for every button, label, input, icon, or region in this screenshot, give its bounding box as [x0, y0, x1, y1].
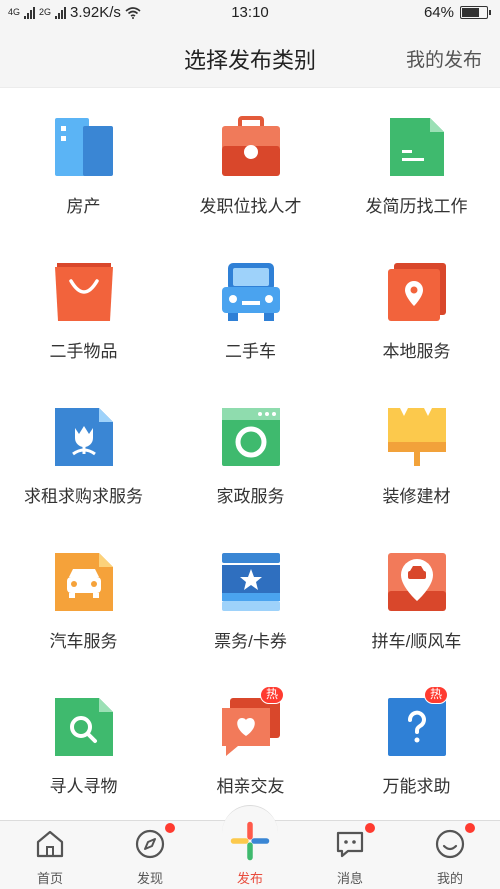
category-car-service[interactable]: 汽车服务: [0, 523, 167, 668]
category-label: 二手车: [225, 342, 276, 361]
category-label: 求租求购求服务: [24, 487, 143, 506]
my-publish-link[interactable]: 我的发布: [406, 45, 482, 72]
tab-discover[interactable]: 发现: [100, 821, 200, 889]
category-label: 发简历找工作: [365, 197, 468, 216]
tulip-icon: [54, 408, 113, 466]
category-dating[interactable]: 热 相亲交友: [167, 668, 334, 813]
heart-chat-icon: [221, 698, 280, 756]
tab-messages[interactable]: 消息: [300, 821, 400, 889]
category-label: 拼车/顺风车: [371, 632, 462, 651]
category-local-service[interactable]: 本地服务: [333, 233, 500, 378]
category-house[interactable]: 房产: [0, 88, 167, 233]
category-second-hand[interactable]: 二手物品: [0, 233, 167, 378]
category-label: 二手物品: [49, 342, 118, 361]
hot-badge: 热: [260, 686, 284, 704]
category-label: 汽车服务: [49, 632, 118, 651]
category-label: 相亲交友: [216, 777, 285, 796]
briefcase-icon: [221, 116, 280, 176]
tab-label: 消息: [336, 871, 363, 886]
status-right: 64%: [423, 4, 491, 21]
category-help[interactable]: 热 万能求助: [333, 668, 500, 813]
home-icon: [36, 830, 64, 858]
notification-dot: [165, 823, 175, 833]
tab-me[interactable]: 我的: [400, 821, 500, 889]
category-tickets[interactable]: 票务/卡券: [167, 523, 334, 668]
notification-dot: [465, 823, 475, 833]
battery-percent: 64%: [423, 4, 454, 21]
tab-label: 发布: [236, 871, 263, 886]
category-carpool[interactable]: 拼车/顺风车: [333, 523, 500, 668]
ticket-icon: [221, 553, 280, 611]
battery-fill: [462, 8, 479, 17]
category-used-car[interactable]: 二手车: [167, 233, 334, 378]
smiley-icon: [435, 829, 465, 859]
header: 选择发布类别 我的发布: [0, 26, 500, 88]
category-label: 本地服务: [382, 342, 451, 361]
tab-label: 发现: [136, 871, 163, 886]
message-icon: [336, 831, 364, 858]
compass-icon: [135, 829, 165, 859]
tab-publish[interactable]: 发布: [200, 821, 300, 889]
car-icon: [221, 263, 280, 321]
category-label: 房产: [66, 197, 101, 216]
status-bar: 4G 2G 3.92K/s 13:10 64%: [0, 0, 500, 26]
category-decoration[interactable]: 装修建材: [333, 378, 500, 523]
category-post-job[interactable]: 发职位找人才: [167, 88, 334, 233]
category-housekeeping[interactable]: 家政服务: [167, 378, 334, 523]
category-label: 装修建材: [382, 487, 451, 506]
category-grid: 房产 发职位找人才 发简历找工作 二手物品 二手车 本地服务 求租求购求服务 家…: [0, 88, 500, 820]
carpool-icon: [387, 553, 446, 611]
category-label: 发职位找人才: [199, 197, 302, 216]
resume-icon: [389, 118, 444, 176]
category-lost-found[interactable]: 寻人寻物: [0, 668, 167, 813]
tab-label: 我的: [436, 871, 463, 886]
category-resume[interactable]: 发简历找工作: [333, 88, 500, 233]
notification-dot: [365, 823, 375, 833]
category-label: 票务/卡券: [214, 632, 287, 651]
category-label: 寻人寻物: [49, 777, 118, 796]
tab-home[interactable]: 首页: [0, 821, 100, 889]
magnifier-icon: [54, 698, 113, 756]
hot-badge: 热: [424, 686, 448, 704]
category-request[interactable]: 求租求购求服务: [0, 378, 167, 523]
car-service-icon: [54, 553, 113, 611]
battery-icon: [460, 6, 491, 19]
category-label: 万能求助: [382, 777, 451, 796]
shopping-bag-icon: [54, 263, 113, 321]
bottom-tab-bar: 首页 发现 发布 消息 我的: [0, 805, 500, 889]
plus-icon: [230, 821, 270, 861]
location-pin-icon: [387, 263, 446, 321]
building-icon: [54, 118, 113, 176]
tab-label: 首页: [36, 871, 63, 886]
category-label: 家政服务: [216, 487, 285, 506]
question-icon: [387, 698, 446, 756]
paint-roller-icon: [387, 408, 446, 466]
washing-machine-icon: [221, 408, 280, 466]
